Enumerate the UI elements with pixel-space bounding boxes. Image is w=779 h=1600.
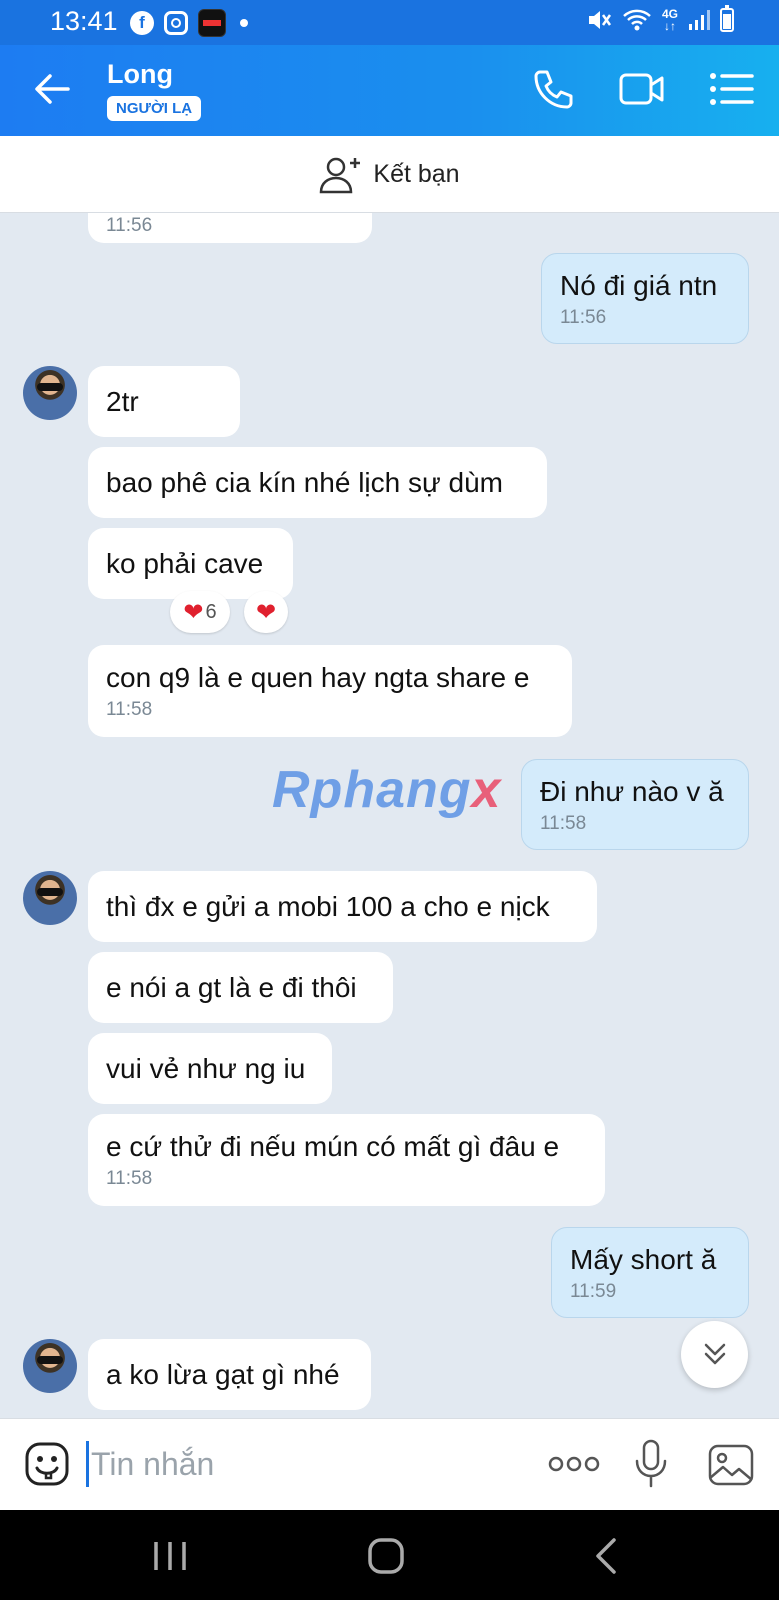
back-nav-icon[interactable] xyxy=(586,1534,630,1578)
back-arrow-icon[interactable] xyxy=(30,67,74,111)
message-text: Nó đi giá ntn xyxy=(560,269,718,301)
message-bubble-incoming[interactable]: e nói a gt là e đi thôi xyxy=(88,952,393,1023)
message-text: con q9 là e quen hay ngta share e xyxy=(106,662,530,693)
status-bar: 13:41 f 4G ↓↑ xyxy=(0,0,779,45)
message-text: Đi như nào v ă xyxy=(540,775,724,807)
message-time: 11:58 xyxy=(106,699,153,720)
message-bubble-outgoing[interactable]: Đi như nào v ă 11:58 xyxy=(521,759,749,850)
heart-icon: ❤ xyxy=(183,598,204,626)
video-call-icon[interactable] xyxy=(618,67,666,111)
message-time: 11:56 xyxy=(106,215,153,236)
system-navigation-bar xyxy=(0,1510,779,1600)
emoji-icon[interactable] xyxy=(24,1441,70,1487)
avatar[interactable] xyxy=(23,1339,77,1393)
message-bubble-outgoing[interactable]: Mấy short ă 11:59 xyxy=(551,1227,749,1318)
message-text: a ko lừa gạt gì nhé xyxy=(106,1358,340,1390)
wifi-icon xyxy=(623,9,651,31)
mute-icon xyxy=(588,11,612,29)
message-text: vui vẻ như ng iu xyxy=(106,1052,306,1084)
facebook-icon: f xyxy=(130,11,154,35)
message-text: bao phê cia kín nhé lịch sự dùm xyxy=(106,466,503,498)
message-bubble-incoming[interactable]: con q9 là e quen hay ngta share e 11:58 xyxy=(88,645,572,737)
contact-name[interactable]: Long xyxy=(107,59,173,90)
message-time: 11:58 xyxy=(106,1168,153,1189)
home-icon[interactable] xyxy=(364,1534,408,1578)
scroll-to-bottom-button[interactable] xyxy=(681,1321,748,1388)
add-friend-bar[interactable]: Kết bạn xyxy=(0,136,779,213)
react-button[interactable]: ❤ xyxy=(244,591,288,633)
message-bubble-incoming[interactable]: bao phê cia kín nhé lịch sự dùm xyxy=(88,447,547,518)
app-notification-icon xyxy=(198,9,226,37)
phone-icon[interactable] xyxy=(530,67,578,111)
message-bubble-incoming[interactable]: thì đx e gửi a mobi 100 a cho e nịck xyxy=(88,871,597,942)
message-text: 2tr xyxy=(106,385,139,417)
recent-apps-icon[interactable] xyxy=(148,1534,192,1578)
message-text: Mấy short ă xyxy=(570,1243,717,1275)
image-icon[interactable] xyxy=(707,1443,755,1487)
message-input[interactable] xyxy=(86,1441,506,1487)
message-bubble-incoming[interactable]: vui vẻ như ng iu xyxy=(88,1033,332,1104)
menu-list-icon[interactable] xyxy=(708,67,756,111)
more-notifications-icon xyxy=(240,19,248,27)
notification-icons: f xyxy=(130,9,248,37)
message-time: 11:58 xyxy=(540,812,587,834)
message-text: thì đx e gửi a mobi 100 a cho e nịck xyxy=(106,890,550,922)
message-input-bar xyxy=(0,1418,779,1510)
chevron-double-down-icon xyxy=(704,1343,725,1364)
system-icons: 4G ↓↑ xyxy=(586,5,734,33)
reaction-summary[interactable]: ❤ 6 xyxy=(170,591,230,633)
message-time: 11:59 xyxy=(570,1280,617,1302)
message-bubble-incoming[interactable]: e cứ thử đi nếu mún có mất gì đâu e 11:5… xyxy=(88,1114,605,1206)
battery-icon xyxy=(720,5,734,32)
message-bubble-incoming[interactable]: a ko lừa gạt gì nhé xyxy=(88,1339,371,1410)
stranger-badge: NGƯỜI LẠ xyxy=(107,96,202,121)
microphone-icon[interactable] xyxy=(634,1439,668,1489)
message-bubble-incoming[interactable]: ko phải cave xyxy=(88,528,293,599)
message-text: ko phải cave xyxy=(106,547,264,579)
heart-icon: ❤ xyxy=(255,598,277,626)
message-bubble-incoming[interactable]: 2tr xyxy=(88,366,240,437)
chat-header: Long NGƯỜI LẠ xyxy=(0,45,779,136)
avatar[interactable] xyxy=(23,871,77,925)
more-icon[interactable] xyxy=(548,1451,600,1477)
chat-messages[interactable]: 11:56 Nó đi giá ntn 11:56 2tr bao phê ci… xyxy=(0,213,779,1418)
avatar[interactable] xyxy=(23,366,77,420)
message-time: 11:56 xyxy=(560,306,607,328)
reaction-count: 6 xyxy=(205,600,217,623)
signal-icon xyxy=(689,10,710,30)
add-friend-icon xyxy=(320,157,361,194)
status-time: 13:41 xyxy=(50,6,118,36)
message-bubble-incoming[interactable]: 11:56 xyxy=(88,213,372,243)
instagram-icon xyxy=(164,11,188,35)
network-type: 4G ↓↑ xyxy=(661,7,678,33)
message-bubble-outgoing[interactable]: Nó đi giá ntn 11:56 xyxy=(541,253,749,344)
add-friend-label: Kết bạn xyxy=(373,159,460,188)
message-text: e nói a gt là e đi thôi xyxy=(106,971,357,1003)
watermark-logo: Rphangx xyxy=(272,761,502,819)
message-text: e cứ thử đi nếu mún có mất gì đâu e xyxy=(106,1131,560,1162)
